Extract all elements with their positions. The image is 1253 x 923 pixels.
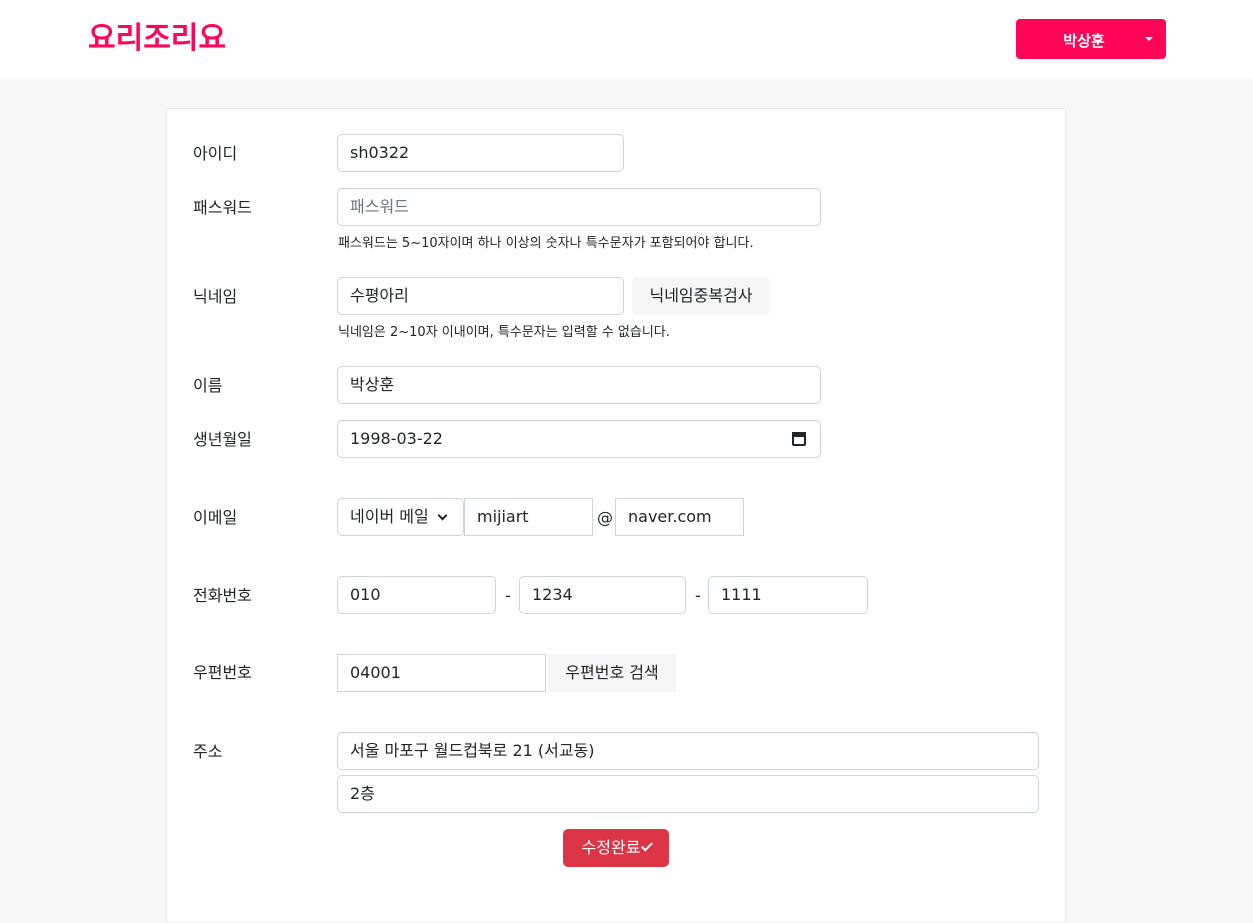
address-line1-input[interactable]: 서울 마포구 월드컵북로 21 (서교동) (337, 732, 1039, 770)
password-input[interactable]: 패스워드 (337, 188, 821, 226)
nickname-check-button[interactable]: 닉네임중복검사 (632, 277, 770, 315)
phone-part3-input[interactable]: 1111 (708, 576, 868, 614)
phone-label: 전화번호 (193, 586, 252, 605)
submit-button[interactable]: 수정완료 (563, 829, 669, 867)
phone-dash-1: - (505, 586, 511, 605)
logo[interactable]: 요리조리요 (88, 18, 226, 60)
email-provider-select[interactable]: 네이버 메일 (337, 498, 464, 536)
postcode-label: 우편번호 (193, 663, 252, 682)
email-domain-input[interactable]: naver.com (615, 498, 744, 536)
id-label: 아이디 (193, 144, 238, 163)
name-label: 이름 (193, 376, 223, 395)
email-at-sign: @ (597, 508, 613, 527)
submit-label: 수정완료 (581, 838, 641, 857)
chevron-down-icon (437, 510, 448, 521)
phone-dash-2: - (695, 586, 701, 605)
birthday-label: 생년월일 (193, 430, 252, 449)
email-provider-value: 네이버 메일 (350, 507, 429, 526)
password-help: 패스워드는 5~10자이며 하나 이상의 숫자나 특수문자가 포함되어야 합니다… (338, 236, 754, 251)
caret-down-icon (1145, 37, 1153, 41)
postcode-search-button[interactable]: 우편번호 검색 (548, 654, 676, 692)
phone-part2-input[interactable]: 1234 (519, 576, 686, 614)
birthday-value: 1998-03-22 (350, 429, 443, 448)
check-icon (641, 839, 654, 852)
nickname-help: 닉네임은 2~10자 이내이며, 특수문자는 입력할 수 없습니다. (338, 325, 670, 340)
password-label: 패스워드 (193, 198, 252, 217)
nickname-input[interactable]: 수평아리 (337, 277, 624, 315)
id-input[interactable]: sh0322 (337, 134, 624, 172)
user-menu-button[interactable]: 박상훈 (1016, 19, 1166, 59)
nickname-label: 닉네임 (193, 287, 238, 306)
address-label: 주소 (193, 742, 223, 761)
phone-part1-input[interactable]: 010 (337, 576, 496, 614)
address-line2-input[interactable]: 2층 (337, 775, 1039, 813)
user-name: 박상훈 (1063, 32, 1105, 50)
email-label: 이메일 (193, 508, 238, 527)
postcode-input[interactable]: 04001 (337, 654, 546, 692)
header: 요리조리요 박상훈 (0, 0, 1253, 78)
birthday-input[interactable]: 1998-03-22 (337, 420, 821, 458)
email-local-input[interactable]: mijiart (464, 498, 593, 536)
name-input[interactable]: 박상훈 (337, 366, 821, 404)
calendar-icon[interactable] (792, 432, 806, 446)
